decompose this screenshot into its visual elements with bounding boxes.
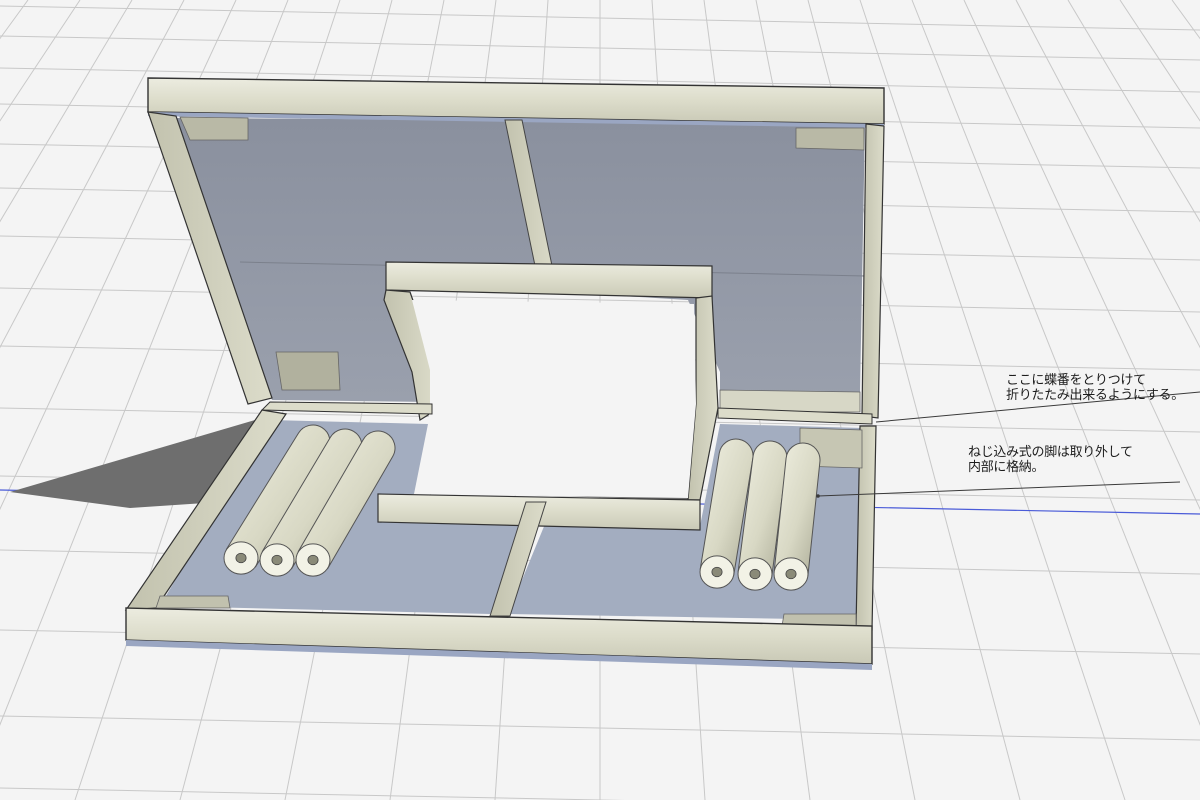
legs-annotation: ねじ込み式の脚は取り外して 内部に格納。 — [968, 445, 1133, 475]
leg-pipe-hole — [711, 566, 723, 578]
corner-block-tl — [179, 116, 249, 141]
grid-line — [0, 0, 29, 40]
grid-line — [0, 0, 133, 223]
corner-block-tr — [795, 127, 865, 151]
legs-leader-dot — [816, 494, 820, 498]
window-top-rail — [385, 261, 713, 299]
stored-legs-right — [699, 438, 821, 591]
leg-pipe-hole — [785, 568, 797, 580]
grid-line — [0, 0, 81, 122]
legs-annotation-line1: ねじ込み式の脚は取り外して — [968, 445, 1133, 460]
legs-annotation-line2: 内部に格納。 — [968, 460, 1045, 475]
lid-bottom-rail-left — [260, 401, 433, 415]
hinge-annotation-line2: 折りたたみ出来るようにする。 — [1006, 388, 1184, 403]
corner-block-ml — [275, 351, 341, 391]
leg-pipe-hole — [749, 568, 761, 580]
leg-pipe-hole — [271, 554, 283, 566]
hinge-annotation-line1: ここに蝶番をとりつけて — [1006, 373, 1146, 388]
hinge-annotation: ここに蝶番をとりつけて 折りたたみ出来るようにする。 — [1006, 373, 1184, 403]
base-block-fl — [155, 595, 231, 609]
window-opening — [412, 300, 696, 498]
right-stile — [861, 123, 885, 419]
leg-pipe-hole — [235, 552, 247, 564]
leg-pipe-hole — [307, 554, 319, 566]
